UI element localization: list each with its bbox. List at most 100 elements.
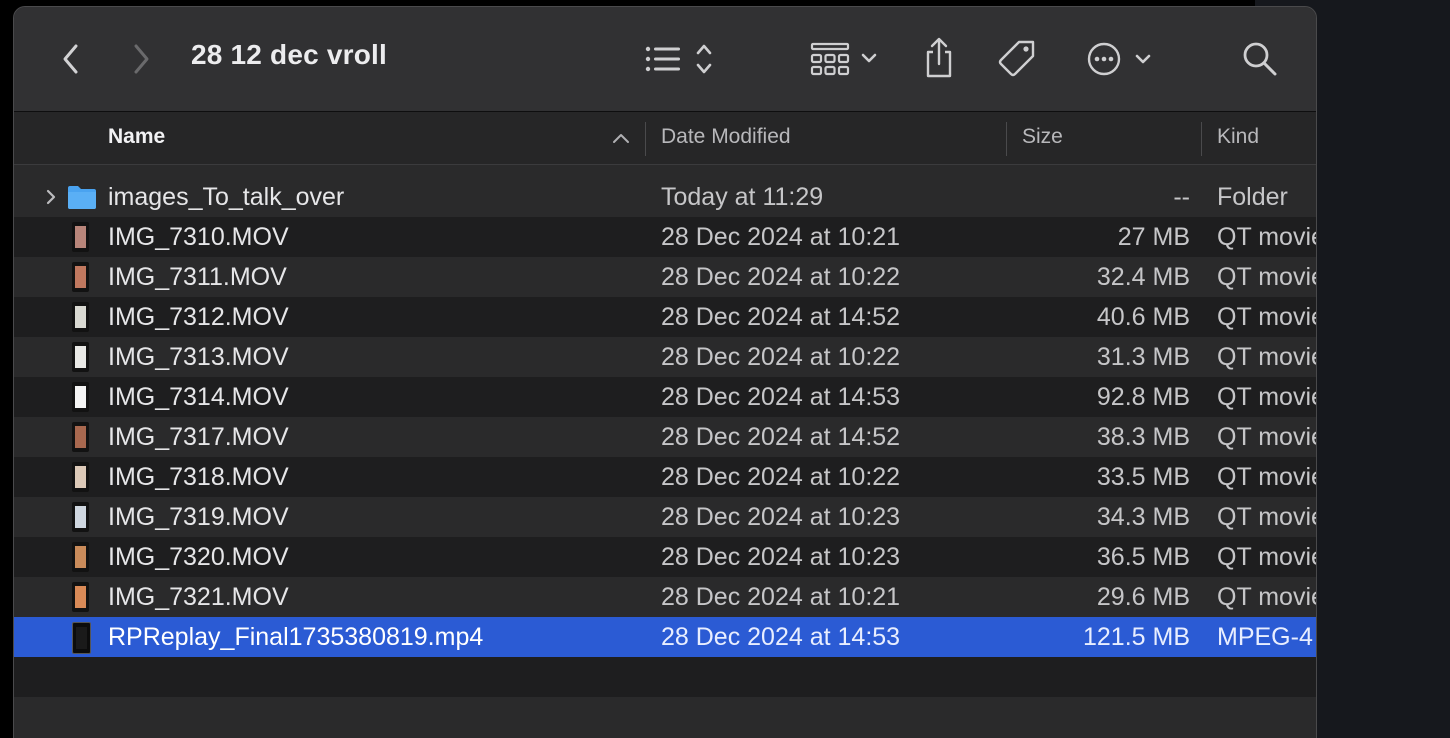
file-name: IMG_7311.MOV [108,263,287,291]
video-thumbnail-icon [72,302,89,332]
share-button[interactable] [916,33,962,83]
file-row[interactable]: IMG_7312.MOV 28 Dec 2024 at 14:52 40.6 M… [14,297,1316,337]
file-row[interactable]: IMG_7320.MOV 28 Dec 2024 at 10:23 36.5 M… [14,537,1316,577]
desktop-backdrop: 28 12 dec vroll Name Date Modified Size … [0,0,1450,738]
column-divider[interactable] [645,122,646,156]
column-header: Name Date Modified Size Kind [14,112,1316,165]
video-thumbnail-icon [72,622,91,654]
video-thumbnail-icon [72,542,89,572]
file-kind: QT movie [1217,343,1316,371]
file-size: 40.6 MB [1096,303,1190,331]
file-kind: QT movie [1217,543,1316,571]
ellipsis-circle-icon [1087,42,1151,76]
group-button[interactable] [806,37,886,81]
file-kind: QT movie [1217,503,1316,531]
file-row-selected[interactable]: RPReplay_Final1735380819.mp4 28 Dec 2024… [14,617,1316,657]
file-size: -- [1173,183,1190,211]
file-row[interactable]: IMG_7311.MOV 28 Dec 2024 at 10:22 32.4 M… [14,257,1316,297]
file-date: 28 Dec 2024 at 10:22 [661,463,901,491]
file-size: 32.4 MB [1096,263,1190,291]
file-name: IMG_7314.MOV [108,383,289,411]
file-date: 28 Dec 2024 at 10:22 [661,263,901,291]
tags-button[interactable] [994,35,1042,83]
file-size: 34.3 MB [1096,503,1190,531]
file-size: 31.3 MB [1096,343,1190,371]
file-row[interactable]: IMG_7319.MOV 28 Dec 2024 at 10:23 34.3 M… [14,497,1316,537]
file-row[interactable]: IMG_7313.MOV 28 Dec 2024 at 10:22 31.3 M… [14,337,1316,377]
column-kind-header[interactable]: Kind [1217,112,1259,164]
file-size: 27 MB [1117,223,1190,251]
file-name: IMG_7317.MOV [108,423,289,451]
column-divider[interactable] [1006,122,1007,156]
file-name: IMG_7310.MOV [108,223,289,251]
file-kind: QT movie [1217,463,1316,491]
video-thumbnail-icon [72,222,89,252]
chevron-left-icon [63,44,78,74]
file-date: 28 Dec 2024 at 10:21 [661,583,901,611]
share-icon [926,37,952,78]
file-size: 33.5 MB [1096,463,1190,491]
file-row[interactable]: IMG_7310.MOV 28 Dec 2024 at 10:21 27 MB … [14,217,1316,257]
column-name-header[interactable]: Name [108,112,165,164]
search-icon [1243,42,1277,76]
back-button[interactable] [54,37,88,81]
video-thumbnail-icon [72,462,89,492]
toolbar: 28 12 dec vroll [14,7,1316,112]
view-options-button[interactable] [638,37,718,81]
file-kind: Folder [1217,183,1288,211]
file-name: IMG_7312.MOV [108,303,289,331]
file-row-folder[interactable]: images_To_talk_over Today at 11:29 -- Fo… [14,177,1316,217]
file-row[interactable]: IMG_7317.MOV 28 Dec 2024 at 14:52 38.3 M… [14,417,1316,457]
file-size: 29.6 MB [1096,583,1190,611]
file-name: IMG_7318.MOV [108,463,289,491]
file-size: 121.5 MB [1082,623,1190,651]
finder-window: 28 12 dec vroll Name Date Modified Size … [13,6,1317,738]
file-size: 92.8 MB [1096,383,1190,411]
file-date: 28 Dec 2024 at 10:22 [661,343,901,371]
file-list: images_To_talk_over Today at 11:29 -- Fo… [14,177,1316,737]
file-name: IMG_7320.MOV [108,543,289,571]
folder-icon [68,186,96,209]
tag-icon [998,40,1035,77]
file-date: 28 Dec 2024 at 10:21 [661,223,901,251]
video-thumbnail-icon [72,262,89,292]
file-date: 28 Dec 2024 at 10:23 [661,543,901,571]
column-date-header[interactable]: Date Modified [661,112,791,164]
disclosure-triangle-icon[interactable] [44,187,58,207]
video-thumbnail-icon [72,502,89,532]
file-date: 28 Dec 2024 at 14:52 [661,423,901,451]
empty-row [14,697,1316,737]
file-date: 28 Dec 2024 at 10:23 [661,503,901,531]
search-button[interactable] [1238,37,1282,81]
window-title: 28 12 dec vroll [191,39,388,70]
column-divider[interactable] [1201,122,1202,156]
file-size: 36.5 MB [1096,543,1190,571]
video-thumbnail-icon [72,422,89,452]
file-row[interactable]: IMG_7321.MOV 28 Dec 2024 at 10:21 29.6 M… [14,577,1316,617]
list-view-icon [645,44,712,74]
file-date: 28 Dec 2024 at 14:52 [661,303,901,331]
file-date: 28 Dec 2024 at 14:53 [661,623,901,651]
file-kind: QT movie [1217,303,1316,331]
file-kind: QT movie [1217,223,1316,251]
file-name: IMG_7313.MOV [108,343,289,371]
file-name: IMG_7319.MOV [108,503,289,531]
file-kind: MPEG-4 [1217,623,1313,651]
file-kind: QT movie [1217,383,1316,411]
file-row[interactable]: IMG_7314.MOV 28 Dec 2024 at 14:53 92.8 M… [14,377,1316,417]
file-name: RPReplay_Final1735380819.mp4 [108,623,484,651]
chevron-right-icon [134,44,149,74]
video-thumbnail-icon [72,582,89,612]
file-kind: QT movie [1217,263,1316,291]
column-size-header[interactable]: Size [1022,112,1063,164]
sort-ascending-icon[interactable] [612,132,630,144]
empty-row [14,657,1316,697]
file-date: 28 Dec 2024 at 14:53 [661,383,901,411]
more-actions-button[interactable] [1080,37,1154,81]
file-name: IMG_7321.MOV [108,583,289,611]
file-row[interactable]: IMG_7318.MOV 28 Dec 2024 at 10:22 33.5 M… [14,457,1316,497]
file-date: Today at 11:29 [661,183,824,211]
file-kind: QT movie [1217,423,1316,451]
file-name: images_To_talk_over [108,183,345,211]
forward-button[interactable] [124,37,158,81]
